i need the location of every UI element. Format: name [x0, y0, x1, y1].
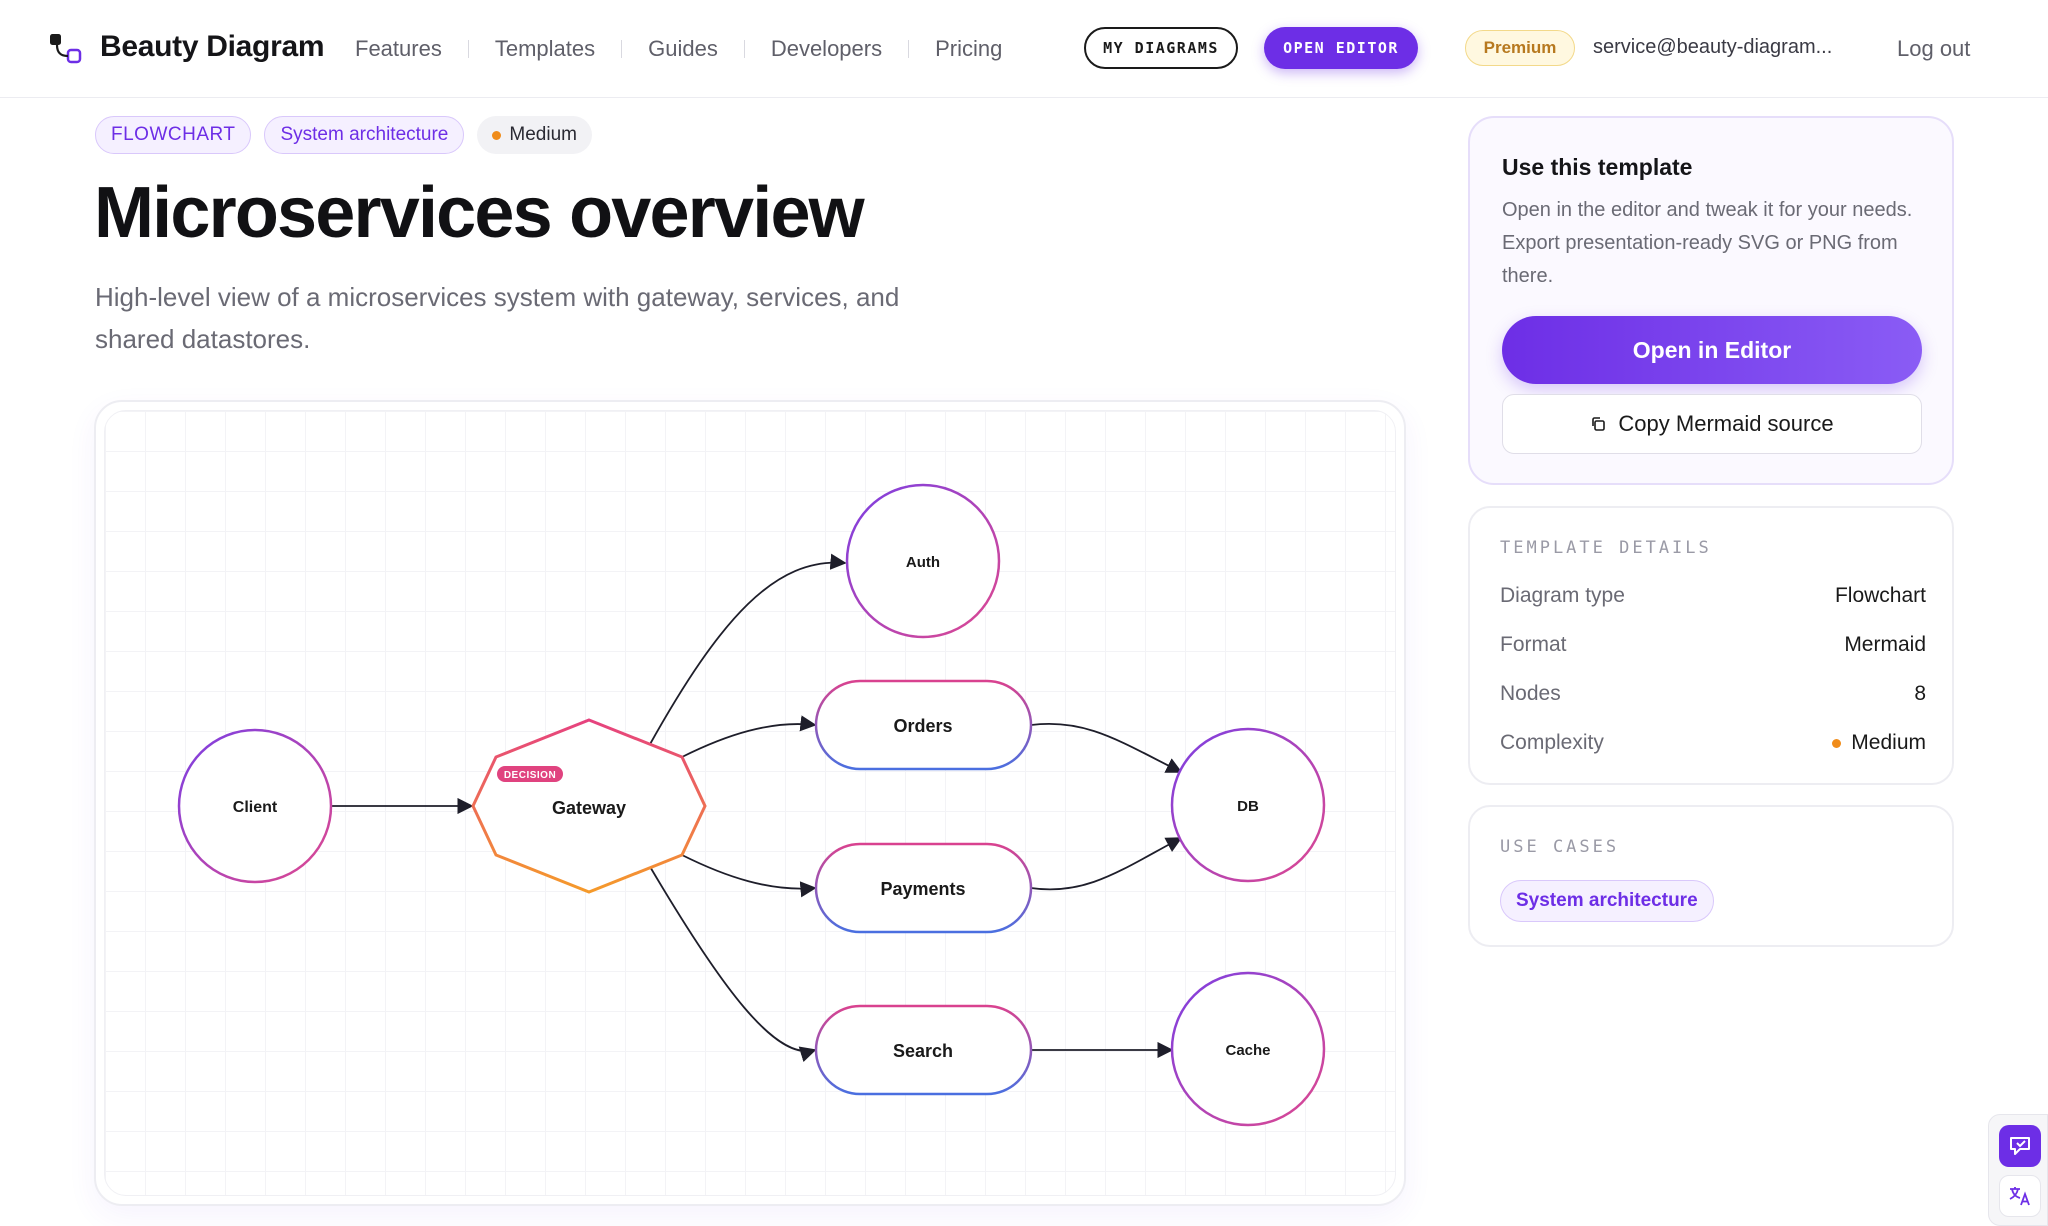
node-search-label: Search	[893, 1041, 953, 1061]
page-title: Microservices overview	[94, 173, 865, 253]
nav-divider	[467, 40, 469, 58]
tag-complexity-label: Medium	[509, 124, 577, 145]
node-db-label: DB	[1237, 798, 1259, 815]
copy-mermaid-label: Copy Mermaid source	[1618, 411, 1834, 436]
diagram-canvas: Client DECISION Gateway Auth Orders Paym…	[177, 483, 1326, 1127]
node-db[interactable]: DB	[1170, 727, 1326, 883]
tag-category[interactable]: System architecture	[264, 116, 465, 154]
detail-value-complexity: Medium	[1832, 731, 1926, 755]
node-cache[interactable]: Cache	[1170, 971, 1326, 1127]
detail-row-complexity: Complexity Medium	[1500, 731, 1926, 755]
floating-toolbar	[1988, 1114, 2048, 1226]
brand-name[interactable]: Beauty Diagram	[100, 30, 325, 64]
template-details-heading: TEMPLATE DETAILS	[1500, 538, 1712, 558]
nav-divider	[621, 40, 623, 58]
edge-payments-db	[1030, 837, 1183, 891]
detail-key: Complexity	[1500, 731, 1604, 754]
logout-link[interactable]: Log out	[1897, 36, 1970, 62]
nav-pricing[interactable]: Pricing	[935, 36, 1002, 62]
complexity-dot-icon	[492, 130, 502, 140]
nav-guides[interactable]: Guides	[648, 36, 718, 62]
premium-badge: Premium	[1465, 30, 1575, 66]
edge-orders-db	[1030, 722, 1183, 773]
node-client[interactable]: Client	[177, 728, 333, 884]
brand-logo-icon[interactable]	[48, 32, 82, 66]
detail-value: Flowchart	[1834, 584, 1926, 607]
nav-divider	[908, 40, 910, 58]
detail-value: 8	[1914, 682, 1926, 705]
detail-key: Nodes	[1500, 682, 1561, 705]
use-template-card: Use this template Open in the editor and…	[1468, 116, 1954, 485]
node-payments-label: Payments	[880, 879, 965, 899]
use-cases-heading: USE CASES	[1500, 837, 1620, 857]
top-header: Beauty Diagram Features Templates Guides…	[0, 0, 2048, 98]
use-case-chip[interactable]: System architecture	[1500, 880, 1714, 922]
main-nav: Features Templates Guides Developers Pri…	[355, 36, 1002, 62]
tag-complexity: Medium	[477, 116, 592, 154]
my-diagrams-button[interactable]: MY DIAGRAMS	[1084, 27, 1238, 69]
user-email[interactable]: service@beauty-diagram...	[1593, 36, 1851, 59]
copy-icon	[1592, 417, 1606, 431]
copy-mermaid-button[interactable]: Copy Mermaid source	[1502, 394, 1922, 454]
decision-badge-label: DECISION	[504, 770, 556, 781]
nav-templates[interactable]: Templates	[495, 36, 595, 62]
feedback-button[interactable]	[1999, 1125, 2041, 1167]
complexity-dot-icon	[1832, 738, 1842, 748]
use-cases-card: USE CASES System architecture	[1468, 805, 1954, 947]
detail-value: Medium	[1851, 731, 1926, 754]
tag-diagram-type[interactable]: FLOWCHART	[95, 116, 252, 154]
node-gateway-label: Gateway	[552, 798, 626, 818]
node-orders[interactable]: Orders	[814, 679, 1033, 771]
node-payments[interactable]: Payments	[814, 842, 1033, 934]
detail-row-nodes: Nodes 8	[1500, 682, 1926, 706]
diagram-preview: Client DECISION Gateway Auth Orders Paym…	[94, 400, 1406, 1206]
translate-icon	[2009, 1187, 2030, 1206]
node-client-label: Client	[233, 799, 278, 816]
edge-gateway-payments	[681, 854, 817, 898]
page-description: High-level view of a microservices syste…	[95, 282, 900, 354]
node-orders-label: Orders	[893, 716, 952, 736]
template-details-card: TEMPLATE DETAILS Diagram type Flowchart …	[1468, 506, 1954, 785]
nav-features[interactable]: Features	[355, 36, 442, 62]
template-tags: FLOWCHART System architecture Medium	[95, 116, 592, 154]
use-template-title: Use this template	[1502, 154, 1693, 180]
edge-gateway-orders	[681, 715, 817, 758]
detail-value: Mermaid	[1844, 633, 1926, 656]
detail-row-diagram-type: Diagram type Flowchart	[1500, 584, 1926, 608]
open-in-editor-button[interactable]: Open in Editor	[1502, 316, 1922, 384]
node-auth[interactable]: Auth	[845, 483, 1001, 639]
detail-key: Format	[1500, 633, 1567, 656]
detail-row-format: Format Mermaid	[1500, 633, 1926, 657]
use-template-description: Open in the editor and tweak it for your…	[1502, 199, 1913, 287]
edge-gateway-search	[648, 864, 817, 1063]
nav-divider	[743, 40, 745, 58]
node-auth-label: Auth	[906, 554, 940, 571]
node-gateway[interactable]: DECISION Gateway	[471, 718, 707, 894]
detail-key: Diagram type	[1500, 584, 1625, 607]
open-editor-header-button[interactable]: OPEN EDITOR	[1264, 27, 1418, 69]
nav-developers[interactable]: Developers	[771, 36, 882, 62]
node-cache-label: Cache	[1225, 1042, 1270, 1059]
feedback-icon	[2010, 1137, 2030, 1155]
translate-button[interactable]	[1999, 1175, 2041, 1217]
node-search[interactable]: Search	[814, 1004, 1033, 1096]
